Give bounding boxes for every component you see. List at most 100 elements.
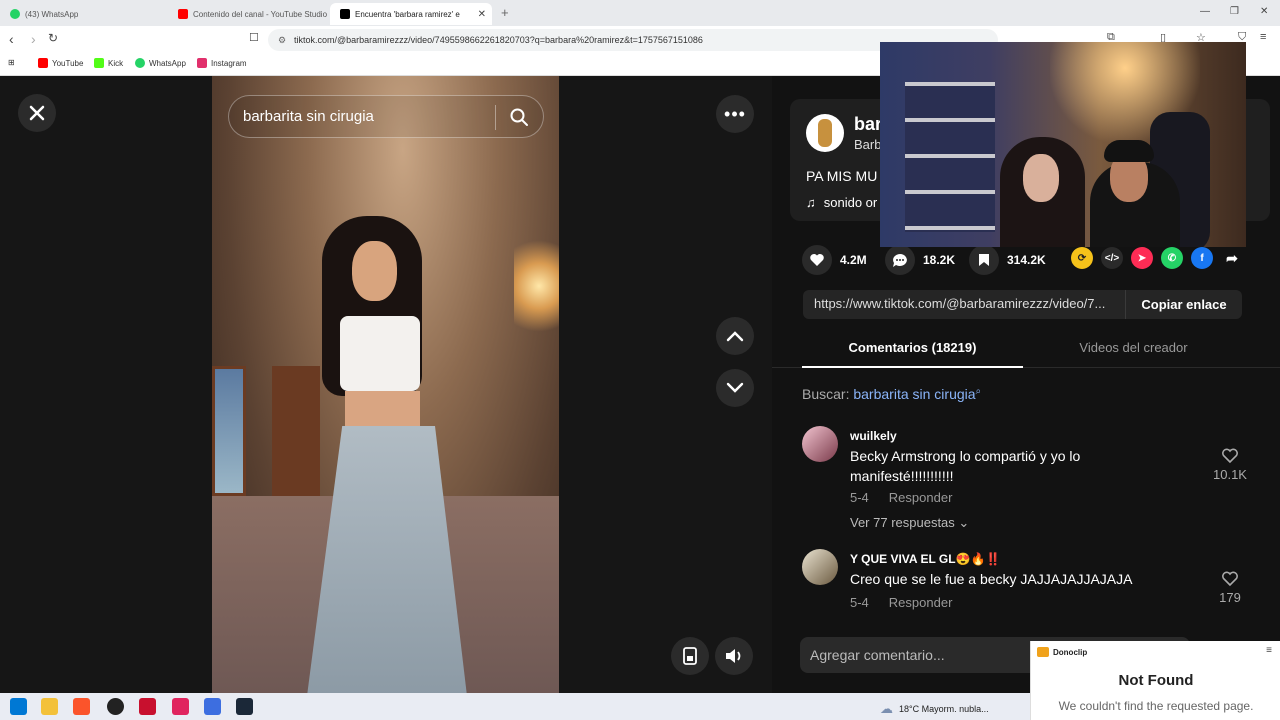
- notification-app: Donoclip: [1037, 647, 1087, 657]
- chevron-down-icon: [726, 382, 744, 393]
- windows-start-icon[interactable]: [10, 698, 27, 715]
- comment-item: Y QUE VIVA EL GL😍🔥‼️ Creo que se le fue …: [802, 549, 1272, 619]
- bookmark-instagram[interactable]: Instagram: [197, 58, 247, 68]
- reply-button[interactable]: Responder: [889, 595, 953, 610]
- commenter-avatar[interactable]: [802, 426, 838, 462]
- commenter-avatar[interactable]: [802, 549, 838, 585]
- share-arrow-icon[interactable]: ➦: [1221, 247, 1243, 269]
- sound-link[interactable]: ♫ sonido or: [806, 195, 877, 210]
- music-note-icon: ♫: [806, 195, 816, 210]
- kick-icon: [94, 58, 104, 68]
- comment-like[interactable]: 179: [1210, 571, 1250, 605]
- brave-icon[interactable]: [73, 698, 90, 715]
- instagram-icon: [197, 58, 207, 68]
- webcam-overlay: [880, 42, 1246, 247]
- reload-icon[interactable]: ↻: [48, 31, 58, 45]
- whatsapp-icon: [135, 58, 145, 68]
- view-replies-button[interactable]: Ver 77 respuestas ⌄: [850, 515, 969, 531]
- next-video-button[interactable]: [716, 369, 754, 407]
- streaming-app-icon[interactable]: [172, 698, 189, 715]
- minimize-icon[interactable]: —: [1200, 6, 1210, 17]
- new-tab-button[interactable]: +: [501, 5, 509, 20]
- comment-date: 5-4: [850, 490, 869, 505]
- comment-like[interactable]: 10.1K: [1210, 448, 1250, 482]
- floating-player-button[interactable]: [671, 637, 709, 675]
- search-icon[interactable]: [509, 107, 529, 127]
- comment-meta: 5-4 Responder: [850, 595, 952, 610]
- tab-creator-videos[interactable]: Videos del creador: [1023, 340, 1244, 355]
- voicemeeter-icon[interactable]: [139, 698, 156, 715]
- apps-grid-icon[interactable]: ⊞: [8, 58, 15, 67]
- embed-icon[interactable]: </>: [1101, 247, 1123, 269]
- site-info-icon[interactable]: ⚙: [278, 29, 286, 51]
- bookmark-kick[interactable]: Kick: [94, 58, 123, 68]
- tab-tiktok[interactable]: Encuentra 'barbara ramirez' e ✕: [330, 3, 492, 25]
- close-tab-icon[interactable]: ✕: [478, 9, 486, 20]
- notification-menu-icon[interactable]: ≡: [1266, 645, 1272, 656]
- floating-player-icon: [683, 647, 697, 665]
- file-explorer-icon[interactable]: [41, 698, 58, 715]
- author-name[interactable]: bar: [854, 114, 882, 135]
- comment-stat[interactable]: 18.2K: [885, 245, 955, 275]
- author-subtitle: Barb: [854, 137, 882, 152]
- video-player[interactable]: [212, 76, 559, 693]
- cloud-icon: ☁: [880, 701, 893, 716]
- bookmark-icon[interactable]: ☐: [249, 31, 259, 44]
- active-tab-indicator: [802, 366, 1023, 368]
- comment-username[interactable]: wuilkely: [850, 429, 897, 443]
- browser-tab-bar: (43) WhatsApp Contenido del canal - YouT…: [0, 0, 1280, 26]
- restore-icon[interactable]: ❐: [1230, 6, 1239, 17]
- close-window-icon[interactable]: ✕: [1260, 6, 1268, 17]
- youtube-icon: [38, 58, 48, 68]
- weather-widget[interactable]: ☁ 18°C Mayorm. nubla...: [880, 701, 989, 717]
- search-small-icon: ⌕: [975, 386, 982, 397]
- previous-video-button[interactable]: [716, 317, 754, 355]
- share-link-url[interactable]: https://www.tiktok.com/@barbaramirezzz/v…: [814, 296, 1124, 311]
- bookmark-whatsapp[interactable]: WhatsApp: [135, 58, 186, 68]
- author-avatar[interactable]: [806, 114, 844, 152]
- search-suggestion[interactable]: Buscar: barbarita sin cirugia⌕: [802, 386, 981, 402]
- more-options-button[interactable]: •••: [716, 95, 754, 133]
- steam-icon[interactable]: [236, 698, 253, 715]
- like-stat[interactable]: 4.2M: [802, 245, 867, 275]
- volume-button[interactable]: [715, 637, 753, 675]
- close-video-button[interactable]: [18, 94, 56, 132]
- youtube-icon: [178, 9, 188, 19]
- heart-outline-icon: [1222, 448, 1238, 464]
- video-chandelier: [514, 226, 559, 346]
- back-icon[interactable]: ‹: [9, 31, 14, 47]
- comment-text: Creo que se le fue a becky JAJJAJAJJAJAJ…: [850, 571, 1133, 587]
- search-input[interactable]: barbarita sin cirugia: [243, 108, 374, 125]
- whatsapp-share-icon[interactable]: ✆: [1161, 247, 1183, 269]
- video-panel: barbarita sin cirugia •••: [0, 76, 772, 693]
- close-icon: [29, 105, 45, 121]
- share-link-box: https://www.tiktok.com/@barbaramirezzz/v…: [803, 290, 1242, 319]
- comment-username[interactable]: Y QUE VIVA EL GL😍🔥‼️: [850, 552, 1000, 566]
- notification-popup[interactable]: Donoclip ≡ Not Found We couldn't find th…: [1030, 641, 1280, 720]
- tab-comments[interactable]: Comentarios (18219): [802, 340, 1023, 355]
- tab-youtube-studio[interactable]: Contenido del canal - YouTube Studio: [168, 3, 328, 25]
- heart-icon: [802, 245, 832, 275]
- video-window: [212, 366, 246, 496]
- bookmark-icon: [969, 245, 999, 275]
- send-icon[interactable]: ➤: [1131, 247, 1153, 269]
- video-caption: PA MIS MU: [806, 168, 878, 184]
- search-bar[interactable]: barbarita sin cirugia: [228, 95, 544, 138]
- app-icon[interactable]: [204, 698, 221, 715]
- donoclip-icon: [1037, 647, 1049, 657]
- notification-message: We couldn't find the requested page.: [1058, 699, 1254, 713]
- forward-icon[interactable]: ›: [31, 31, 36, 47]
- video-person-top: [340, 316, 420, 391]
- reply-button[interactable]: Responder: [889, 490, 953, 505]
- video-person-face: [352, 241, 397, 301]
- facebook-icon[interactable]: f: [1191, 247, 1213, 269]
- copy-link-button[interactable]: Copiar enlace: [1125, 290, 1242, 319]
- comment-text: Becky Armstrong lo compartió y yo lo man…: [850, 448, 1081, 484]
- menu-icon[interactable]: ≡: [1260, 31, 1266, 43]
- save-stat[interactable]: 314.2K: [969, 245, 1046, 275]
- obs-icon[interactable]: [107, 698, 124, 715]
- repost-icon[interactable]: ⟳: [1071, 247, 1093, 269]
- tab-whatsapp[interactable]: (43) WhatsApp: [0, 3, 168, 25]
- bookmark-youtube[interactable]: YouTube: [38, 58, 83, 68]
- whatsapp-icon: [10, 9, 20, 19]
